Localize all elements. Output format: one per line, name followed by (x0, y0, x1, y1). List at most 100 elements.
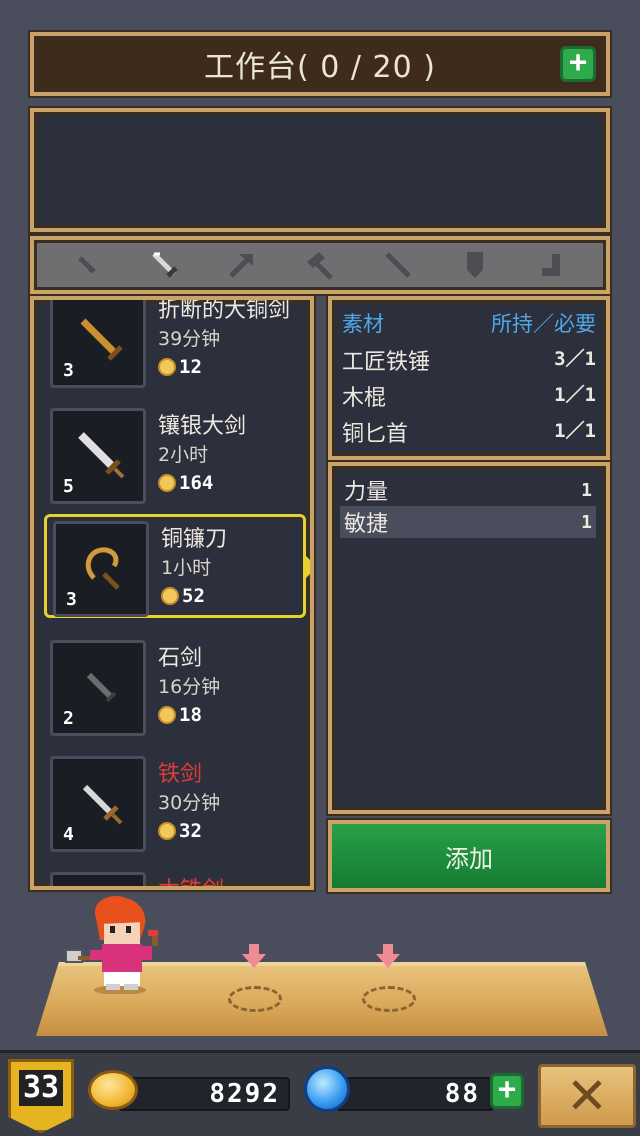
close-icon: ✕ (566, 1067, 608, 1125)
stat-name: 敏捷 (344, 512, 389, 537)
coin-icon (158, 822, 176, 840)
recipe-time: 2小时 (158, 444, 209, 466)
broken-bronze-sword-icon (80, 318, 123, 361)
gem-counter: 88 (336, 1077, 494, 1111)
stat-row: 力量 1 (340, 474, 596, 506)
spear-icon (384, 252, 411, 278)
tab-boot[interactable] (533, 245, 573, 285)
gem-icon (304, 1066, 350, 1112)
gold-amount: 8292 (209, 1079, 280, 1109)
materials-label: 素材 (342, 312, 384, 336)
recipe-name: 铜镰刀 (161, 527, 228, 552)
slot-arrow-icon (376, 944, 400, 968)
stat-value: 1 (581, 511, 592, 533)
recipe-thumbnail: 3 (53, 521, 149, 617)
iron-sword-icon (82, 784, 123, 825)
recipe-level: 5 (63, 476, 74, 497)
recipe-thumbnail: 3 (50, 300, 146, 388)
material-count: 3／1 (554, 348, 596, 370)
coin-icon (158, 706, 176, 724)
add-button[interactable]: 添加 (328, 820, 610, 892)
level-badge: 33 (8, 1059, 74, 1133)
tab-spear[interactable] (378, 245, 418, 285)
material-row: 工匠铁锤 3／1 (342, 344, 596, 376)
player-level: 33 (18, 1070, 64, 1106)
recipe-level: 3 (63, 360, 74, 381)
owned-required-label: 所持／必要 (491, 312, 596, 336)
shield-icon (467, 252, 484, 278)
stat-value: 1 (581, 479, 592, 501)
bronze-sickle-icon (85, 547, 120, 590)
tab-hammer[interactable] (300, 245, 340, 285)
recipe-item[interactable]: 4 铁剑 30分钟 32 (44, 752, 306, 856)
recipe-list[interactable]: 3 折断的大铜剑 39分钟 12 5 镶银大剑 2小时 164 3 铜镰刀 1小… (30, 296, 314, 890)
recipe-thumbnail: 5 (50, 408, 146, 504)
coin-icon (158, 358, 176, 376)
tab-dagger[interactable] (67, 245, 107, 285)
recipe-item[interactable]: 2 石剑 16分钟 18 (44, 636, 306, 740)
recipe-price: 12 (158, 356, 202, 378)
recipe-price: 164 (158, 472, 213, 494)
recipe-name: 石剑 (158, 646, 203, 671)
tab-shield[interactable] (455, 245, 495, 285)
blacksmith-character[interactable] (60, 894, 170, 994)
recipe-thumbnail: 4 (50, 756, 146, 852)
stat-row: 敏捷 1 (340, 506, 596, 538)
stat-name: 力量 (344, 480, 389, 505)
tab-sword[interactable] (145, 245, 185, 285)
craft-queue-area (30, 108, 610, 232)
coin-icon (88, 1070, 138, 1110)
recipe-price: 32 (158, 820, 202, 842)
axe-icon (229, 254, 254, 278)
recipe-time: 16分钟 (158, 676, 221, 698)
sword-icon (151, 252, 178, 278)
close-button[interactable]: ✕ (538, 1064, 636, 1128)
recipe-item[interactable]: 3 折断的大铜剑 39分钟 12 (44, 298, 306, 392)
plus-icon: + (568, 45, 588, 80)
hammer-icon (306, 252, 333, 280)
recipe-item[interactable]: 木铁剑 (44, 868, 306, 886)
gem-amount: 88 (444, 1079, 480, 1109)
material-row: 木棍 1／1 (342, 380, 596, 412)
stats-panel: 力量 1 敏捷 1 (328, 462, 610, 814)
plus-icon: + (497, 1072, 517, 1107)
add-slot-button[interactable]: + (560, 46, 596, 82)
stone-sword-icon (86, 672, 117, 703)
recipe-name: 镶银大剑 (158, 414, 247, 439)
buy-gems-button[interactable]: + (490, 1073, 524, 1109)
craft-slot-2[interactable] (362, 986, 416, 1012)
silver-greatsword-icon (78, 432, 125, 479)
category-tabs (30, 236, 610, 294)
material-count: 1／1 (554, 384, 596, 406)
recipe-level: 3 (66, 589, 77, 610)
craft-slot-1[interactable] (228, 986, 282, 1012)
materials-header: 素材 所持／必要 (342, 308, 596, 338)
tab-axe[interactable] (222, 245, 262, 285)
recipe-item[interactable]: 5 镶银大剑 2小时 164 (44, 404, 306, 508)
recipe-level: 4 (63, 824, 74, 845)
slot-arrow-icon (242, 944, 266, 968)
recipe-item-selected[interactable]: 3 铜镰刀 1小时 52 (44, 514, 310, 618)
material-row: 铜匕首 1／1 (342, 416, 596, 448)
materials-panel: 素材 所持／必要 工匠铁锤 3／1 木棍 1／1 铜匕首 1／1 (328, 296, 610, 460)
material-name: 工匠铁锤 (342, 350, 431, 375)
recipe-price: 52 (161, 585, 205, 607)
material-name: 木棍 (342, 386, 387, 411)
workbench-title-bar: 工作台( 0 / 20 ) + (30, 32, 610, 96)
coin-icon (161, 587, 179, 605)
material-name: 铜匕首 (342, 422, 409, 447)
recipe-thumbnail (50, 872, 146, 886)
page-title: 工作台( 0 / 20 ) (204, 50, 436, 85)
recipe-price: 18 (158, 704, 202, 726)
material-count: 1／1 (554, 420, 596, 442)
add-button-label: 添加 (445, 844, 493, 873)
recipe-thumbnail: 2 (50, 640, 146, 736)
recipe-time: 1小时 (161, 557, 212, 579)
recipe-name: 铁剑 (158, 762, 203, 787)
gold-counter: 8292 (118, 1077, 290, 1111)
dagger-icon (78, 256, 96, 274)
boot-icon (542, 254, 561, 276)
recipe-level: 2 (63, 708, 74, 729)
coin-icon (158, 474, 176, 492)
recipe-name: 折断的大铜剑 (158, 298, 291, 323)
